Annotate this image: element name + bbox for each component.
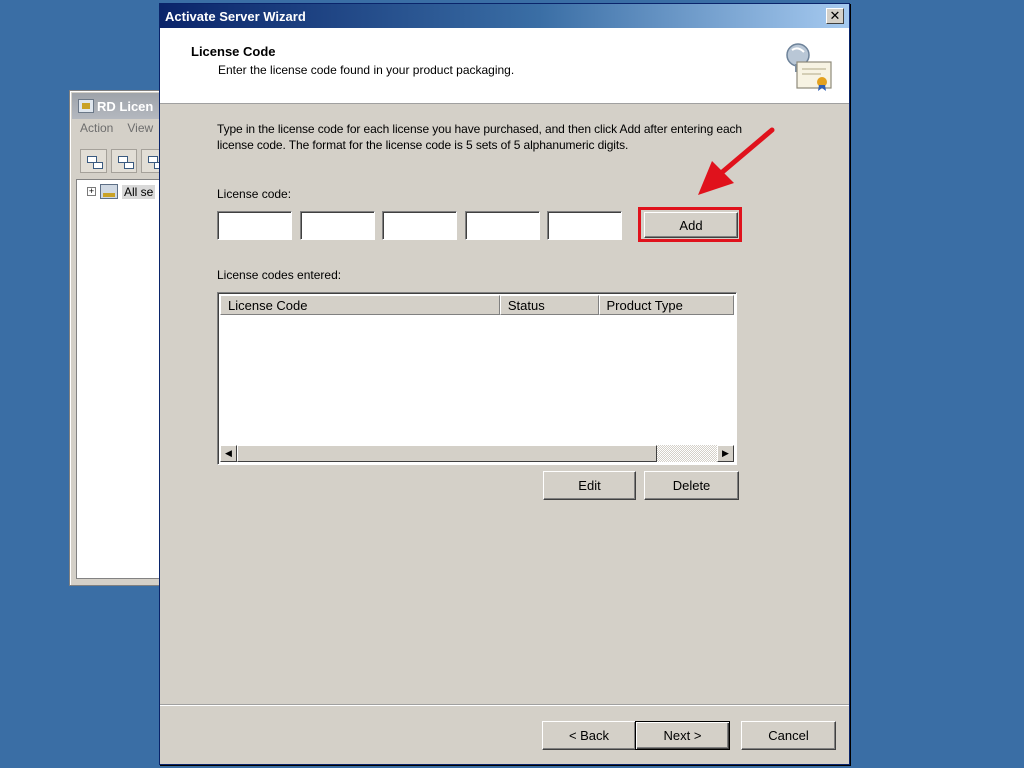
expand-icon[interactable]: + — [87, 187, 96, 196]
activate-server-wizard-dialog: Activate Server Wizard ✕ License Code En… — [159, 3, 850, 765]
column-status[interactable]: Status — [499, 295, 599, 315]
menu-view[interactable]: View — [127, 121, 153, 141]
license-code-field-1[interactable] — [217, 211, 292, 240]
servers-icon — [100, 184, 118, 199]
license-code-field-3[interactable] — [382, 211, 457, 240]
menu-action[interactable]: Action — [80, 121, 113, 141]
list-header: License Code Status Product Type — [220, 295, 734, 315]
license-codes-entered-label: License codes entered: — [217, 268, 342, 282]
back-button[interactable]: < Back — [542, 721, 636, 750]
rd-licensing-title: RD Licen — [97, 98, 154, 114]
toolbar — [80, 149, 168, 175]
tree-item-label: All se — [122, 184, 156, 199]
close-button[interactable]: ✕ — [826, 8, 844, 24]
cancel-button[interactable]: Cancel — [741, 721, 836, 750]
close-icon: ✕ — [829, 8, 841, 23]
rd-licensing-title-bar[interactable]: RD Licen — [72, 93, 168, 119]
tree-view[interactable]: + All se — [76, 179, 168, 579]
delete-button[interactable]: Delete — [644, 471, 739, 500]
menu-bar: Action View — [80, 121, 168, 141]
page-subtitle: Enter the license code found in your pro… — [218, 63, 515, 77]
rd-licensing-manager-window[interactable]: RD Licen Action View + All se — [69, 90, 169, 586]
license-code-label: License code: — [217, 187, 292, 201]
column-license-code[interactable]: License Code — [220, 295, 500, 315]
scrollbar-thumb[interactable] — [237, 445, 657, 462]
instructions-text: Type in the license code for each licens… — [217, 122, 743, 152]
rd-licensing-app-icon — [78, 99, 94, 113]
license-code-field-2[interactable] — [300, 211, 375, 240]
toolbar-button-2[interactable] — [110, 149, 138, 173]
scroll-left-icon[interactable]: ◀ — [220, 445, 237, 462]
footer-separator — [160, 704, 849, 706]
wizard-title-bar[interactable]: Activate Server Wizard ✕ — [160, 4, 849, 28]
scrollbar-track[interactable] — [657, 445, 717, 462]
edit-button[interactable]: Edit — [543, 471, 636, 500]
wizard-header: License Code Enter the license code foun… — [160, 28, 849, 104]
license-code-field-5[interactable] — [547, 211, 622, 240]
page-title: License Code — [191, 44, 276, 59]
license-certificate-icon — [786, 43, 832, 91]
scroll-right-icon[interactable]: ▶ — [717, 445, 734, 462]
wizard-title: Activate Server Wizard — [165, 8, 306, 24]
tree-item-all-servers[interactable]: + All se — [87, 184, 167, 199]
toolbar-button-1[interactable] — [80, 149, 107, 173]
column-product-type[interactable]: Product Type — [598, 295, 734, 315]
horizontal-scrollbar[interactable]: ◀ ▶ — [220, 445, 734, 462]
add-button[interactable]: Add — [644, 212, 738, 238]
red-arrow-annotation — [698, 127, 775, 195]
license-codes-list[interactable]: License Code Status Product Type ◀ ▶ — [217, 292, 737, 465]
next-button[interactable]: Next > — [635, 721, 730, 750]
license-code-field-4[interactable] — [465, 211, 540, 240]
